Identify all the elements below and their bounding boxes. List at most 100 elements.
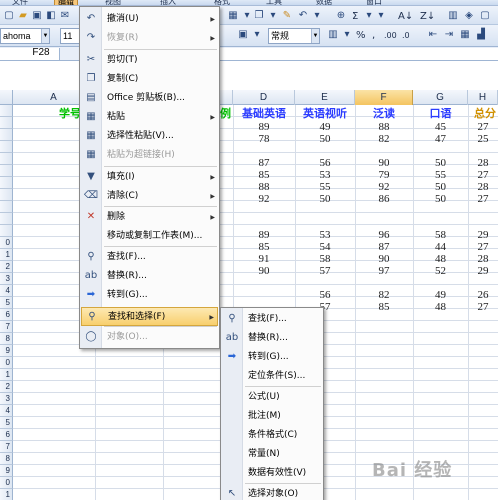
cell-oral[interactable]: 49 — [413, 289, 468, 301]
cell-oral[interactable]: 45 — [413, 121, 468, 133]
row-header[interactable]: 8 — [0, 453, 13, 465]
column-header-h[interactable]: H — [468, 90, 498, 105]
cell-basic-english[interactable] — [233, 277, 295, 289]
column-header-g[interactable]: G — [413, 90, 468, 105]
cell-listening[interactable] — [295, 217, 355, 229]
cell-listening[interactable]: 58 — [295, 253, 355, 265]
borders-icon[interactable]: ▦ — [458, 28, 472, 42]
cell-listening[interactable]: 56 — [295, 289, 355, 301]
row-header[interactable]: 6 — [0, 429, 13, 441]
cell-listening[interactable]: 55 — [295, 181, 355, 193]
row-header[interactable] — [0, 141, 13, 153]
cell-basic-english[interactable] — [233, 217, 295, 229]
menu-item-替换[interactable]: ab 替换(R)... — [81, 267, 218, 286]
cell-total[interactable]: 25 — [468, 133, 498, 145]
menu-item-对象[interactable]: ◯ 对象(O)... — [81, 328, 218, 347]
cell-total[interactable] — [468, 217, 498, 229]
cell-extensive-reading[interactable]: 90 — [355, 157, 413, 169]
cell-basic-english[interactable] — [233, 289, 295, 301]
row-header[interactable]: 9 — [0, 345, 13, 357]
cell-oral[interactable]: 55 — [413, 169, 468, 181]
row-header[interactable] — [0, 153, 13, 165]
row-header[interactable]: 0 — [0, 237, 13, 249]
menu-item-查找[interactable]: ⚲ 查找(F)... — [222, 310, 322, 329]
menu-item-清除[interactable]: ⌫ 清除(C) ▶ — [81, 187, 218, 206]
menu-item-剪切[interactable]: ✂ 剪切(T) — [81, 51, 218, 70]
cell-total[interactable]: 29 — [468, 265, 498, 277]
column-header-d[interactable]: D — [233, 90, 295, 105]
cell-extensive-reading[interactable]: 88 — [355, 121, 413, 133]
copy-icon[interactable]: ❐ — [252, 9, 266, 23]
cell-oral[interactable] — [413, 277, 468, 289]
cell-listening[interactable]: 56 — [295, 157, 355, 169]
percent-style-button[interactable]: % — [356, 28, 366, 43]
cell-oral[interactable]: 50 — [413, 181, 468, 193]
dropdown-icon[interactable]: ▾ — [340, 28, 354, 42]
chevron-down-icon[interactable]: ▼ — [311, 29, 319, 43]
menu-item-替换[interactable]: ab 替换(R)... — [222, 329, 322, 348]
comma-style-button[interactable]: , — [372, 28, 375, 43]
dropdown-icon[interactable]: ▾ — [266, 9, 280, 23]
cell-basic-english[interactable]: 87 — [233, 157, 295, 169]
menu-item-定位条件[interactable]: 定位条件(S)... — [222, 367, 322, 386]
cell-total[interactable]: 27 — [468, 169, 498, 181]
menu-item-数据有效性[interactable]: 数据有效性(V) — [222, 464, 322, 483]
cell-oral[interactable] — [413, 145, 468, 157]
cell-extensive-reading[interactable]: 86 — [355, 193, 413, 205]
currency-icon[interactable]: ▥ — [326, 28, 340, 42]
row-header[interactable]: 4 — [0, 405, 13, 417]
cell-extensive-reading[interactable]: 82 — [355, 133, 413, 145]
decrease-decimal-button[interactable]: .0 — [402, 28, 410, 43]
zoom-icon[interactable]: ▢ — [478, 9, 492, 23]
row-header[interactable] — [0, 189, 13, 201]
menu-item-Office-剪贴板[interactable]: ▤ Office 剪贴板(B)... — [81, 89, 218, 108]
menu-item-恢复[interactable]: ↷ 恢复(R) ▶ — [81, 29, 218, 48]
dropdown-icon[interactable]: ▾ — [310, 9, 324, 23]
menu-item-撤消[interactable]: ↶ 撤消(U) ▶ — [81, 10, 218, 29]
row-header[interactable]: 3 — [0, 273, 13, 285]
menu-item-条件格式[interactable]: 条件格式(C) — [222, 426, 322, 445]
decrease-indent-icon[interactable]: ⇤ — [426, 28, 440, 42]
cell-oral[interactable]: 48 — [413, 253, 468, 265]
chart-wizard-icon[interactable]: ▥ — [446, 9, 460, 23]
cell-oral[interactable]: 52 — [413, 265, 468, 277]
cell-listening[interactable] — [295, 277, 355, 289]
menu-item-复制[interactable]: ❐ 复制(C) — [81, 70, 218, 89]
cell-listening[interactable]: 49 — [295, 121, 355, 133]
menu-item-选择对象[interactable]: ↖ 选择对象(O) — [222, 485, 322, 500]
cell-total[interactable]: 28 — [468, 157, 498, 169]
cell-total[interactable] — [468, 205, 498, 217]
row-header[interactable]: 5 — [0, 417, 13, 429]
cell-listening[interactable] — [295, 145, 355, 157]
cell-oral[interactable]: 50 — [413, 193, 468, 205]
row-header[interactable] — [0, 201, 13, 213]
column-header-e[interactable]: E — [295, 90, 355, 105]
row-header[interactable] — [0, 213, 13, 225]
cell-listening[interactable]: 50 — [295, 133, 355, 145]
permission-icon[interactable]: ◧ — [44, 9, 58, 23]
row-header[interactable]: 0 — [0, 477, 13, 489]
row-header[interactable] — [0, 225, 13, 237]
menu-item-粘贴[interactable]: ▦ 粘贴 ▶ — [81, 108, 218, 127]
cell-basic-english[interactable]: 85 — [233, 241, 295, 253]
menu-item-常量[interactable]: 常量(N) — [222, 445, 322, 464]
cell-total[interactable]: 27 — [468, 241, 498, 253]
cell-listening[interactable] — [295, 205, 355, 217]
cell-extensive-reading[interactable] — [355, 205, 413, 217]
cell-extensive-reading[interactable]: 90 — [355, 253, 413, 265]
row-header[interactable] — [0, 177, 13, 189]
row-header[interactable]: 6 — [0, 309, 13, 321]
cell-basic-english[interactable] — [233, 145, 295, 157]
cell-basic-english[interactable]: 78 — [233, 133, 295, 145]
menu-item-转到[interactable]: ➡ 转到(G)... — [222, 348, 322, 367]
format-painter-icon[interactable]: ✎ — [280, 9, 294, 23]
increase-decimal-button[interactable]: .00 — [384, 28, 397, 43]
hyperlink-icon[interactable]: ⊕ — [334, 9, 348, 23]
cell-extensive-reading[interactable]: 92 — [355, 181, 413, 193]
cell-extensive-reading[interactable]: 85 — [355, 301, 413, 313]
cell-total[interactable]: 28 — [468, 181, 498, 193]
row-header[interactable] — [0, 117, 13, 129]
cell-total[interactable]: 27 — [468, 121, 498, 133]
cell-basic-english[interactable]: 91 — [233, 253, 295, 265]
menu-item-删除[interactable]: ✕ 删除 ▶ — [81, 208, 218, 227]
